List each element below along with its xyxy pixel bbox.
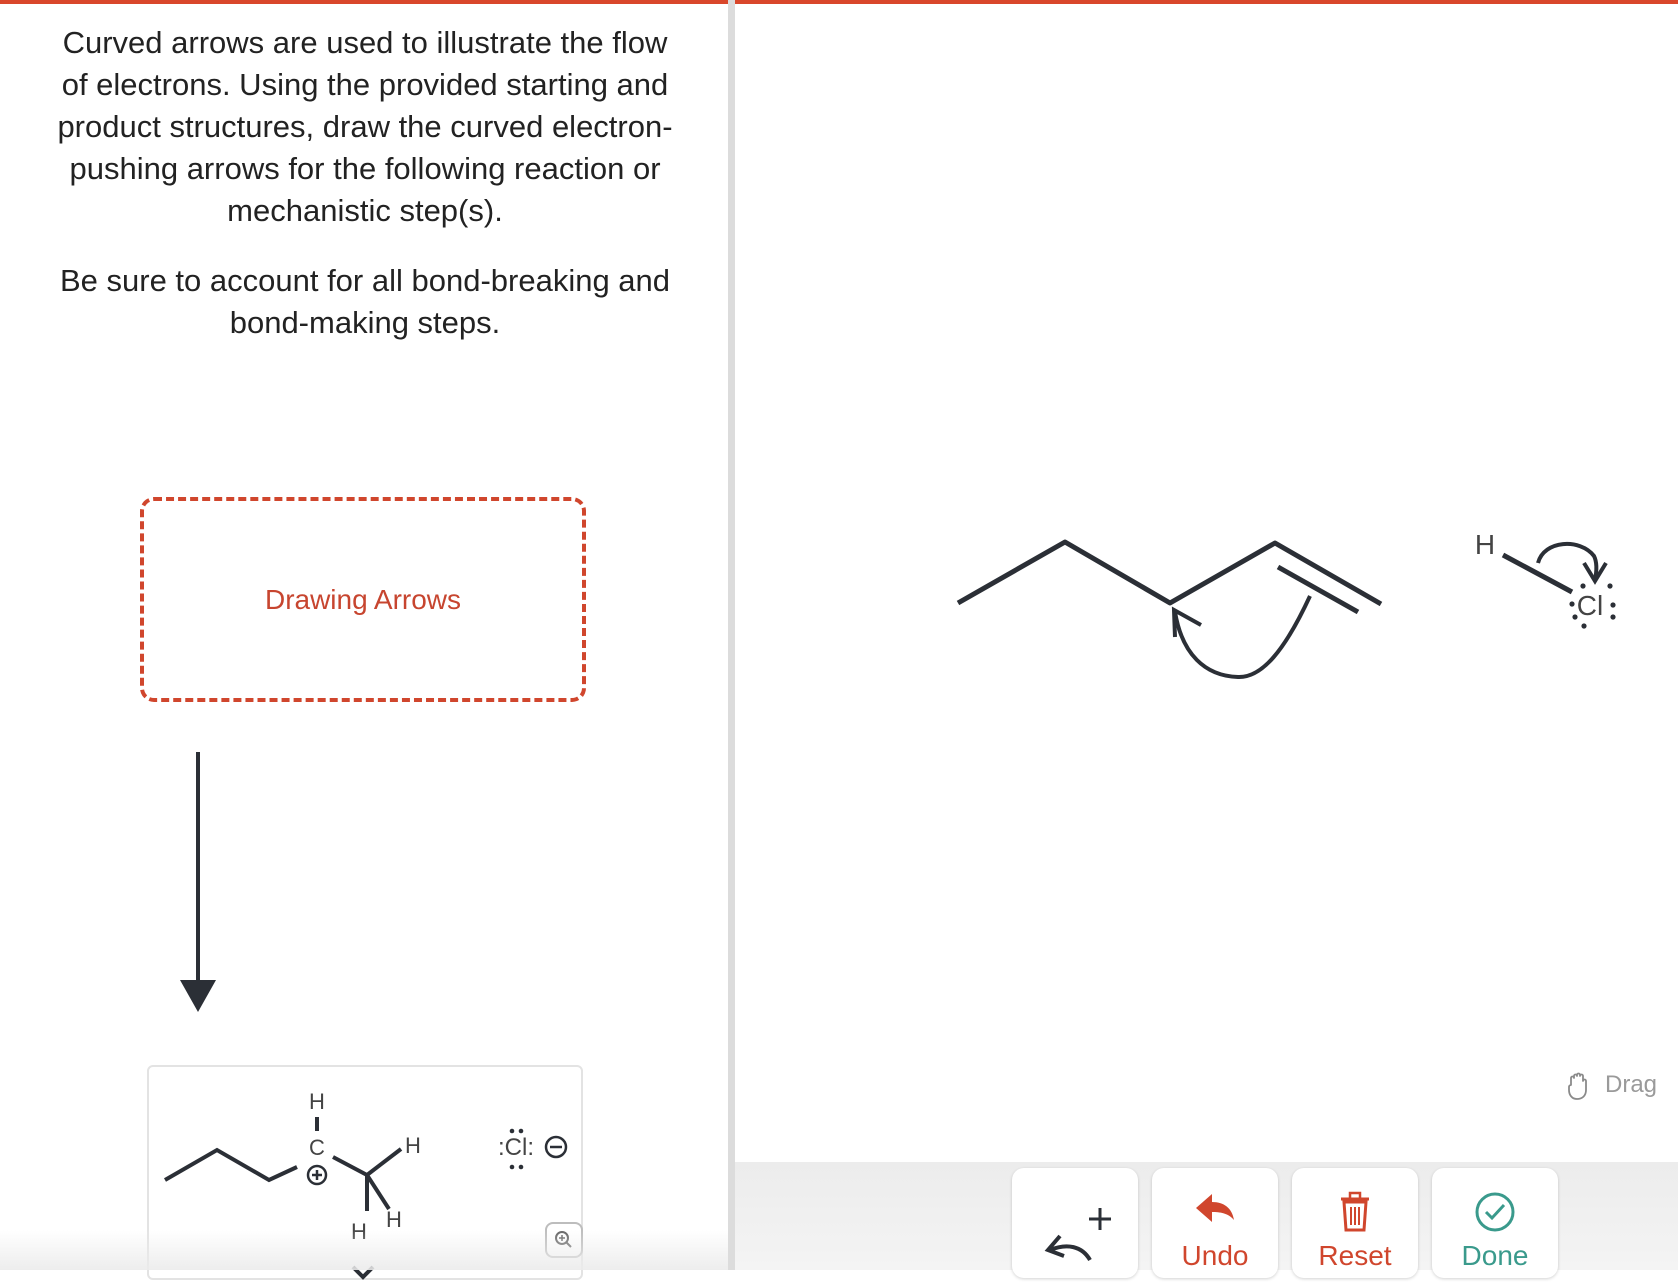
instructions-paragraph-1: Curved arrows are used to illustrate the… [57, 25, 673, 228]
drawing-arrows-box[interactable]: Drawing Arrows [140, 497, 586, 702]
curved-arrow-tool-icon [1044, 1208, 1111, 1262]
product-structure: H C H H H :Cl: [164, 1089, 568, 1280]
zoom-button[interactable] [545, 1222, 583, 1258]
reaction-arrow [180, 752, 216, 1012]
done-button[interactable]: Done [1432, 1168, 1558, 1278]
drawing-arrows-label: Drawing Arrows [264, 583, 462, 615]
drag-label: Drag [1605, 1071, 1658, 1098]
drawing-canvas-panel[interactable] [735, 4, 1678, 1270]
product-c-label: C [309, 1135, 325, 1160]
reset-button[interactable]: Reset [1292, 1168, 1418, 1278]
undo-button[interactable]: Undo [1152, 1168, 1278, 1278]
reset-label: Reset [1318, 1240, 1392, 1271]
panel-divider[interactable] [728, 0, 735, 1270]
curved-arrow-tool-button[interactable] [1012, 1168, 1138, 1278]
drag-hint[interactable]: Drag [1563, 1068, 1657, 1102]
trash-icon [1341, 1191, 1369, 1232]
undo-label: Undo [1181, 1240, 1249, 1271]
check-circle-icon [1475, 1192, 1515, 1232]
product-h-right: H [405, 1133, 421, 1158]
instructions-paragraph-2: Be sure to account for all bond-breaking… [59, 263, 671, 340]
product-chloride-label: :Cl: [498, 1134, 534, 1161]
hand-drag-icon [1568, 1072, 1587, 1100]
done-label: Done [1461, 1240, 1529, 1271]
product-h-bottom-left: H [351, 1219, 367, 1244]
product-structure-box: H C H H H :Cl: [147, 1065, 583, 1280]
instructions: Curved arrows are used to illustrate the… [55, 22, 675, 344]
product-h-top: H [309, 1089, 325, 1114]
undo-icon [1196, 1194, 1234, 1222]
magnifier-icon [555, 1231, 572, 1248]
product-h-bottom-right: H [386, 1207, 402, 1232]
